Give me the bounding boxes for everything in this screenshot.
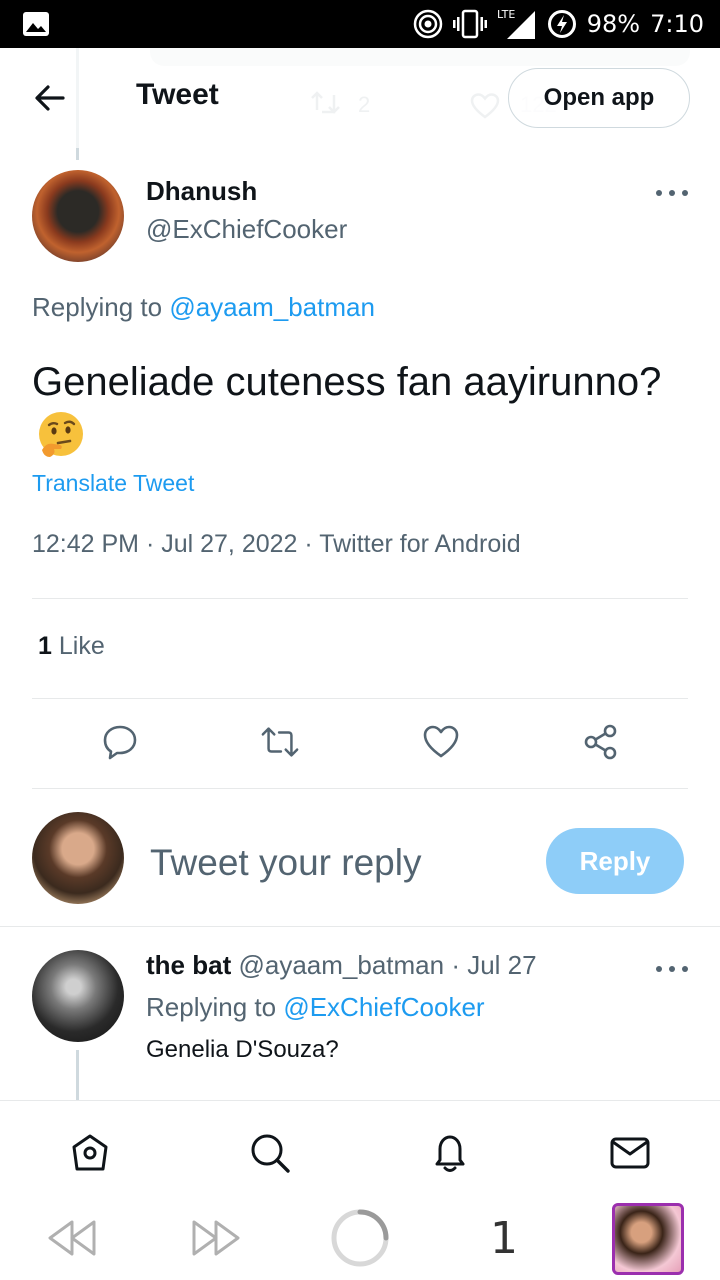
browser-forward-button[interactable] (188, 1210, 244, 1266)
tab-home[interactable] (68, 1131, 112, 1175)
search-icon (251, 1134, 290, 1173)
reply-replying-handle-link[interactable]: @ExChiefCooker (283, 992, 484, 1022)
reply-author-name[interactable]: the bat (146, 950, 231, 980)
home-icon (72, 1134, 108, 1171)
reply-date[interactable]: · Jul 27 (451, 950, 536, 980)
reply-input[interactable]: Tweet your reply (150, 842, 421, 884)
status-bar: LTE 98% 7:10 (0, 0, 720, 48)
tweet-text: Geneliade cuteness fan aayirunno? (32, 354, 672, 467)
bottom-tab-bar (0, 1100, 720, 1196)
browser-profile-thumbnail[interactable] (612, 1203, 684, 1275)
like-action-button[interactable] (421, 722, 461, 762)
like-icon (423, 725, 459, 758)
author-avatar[interactable] (32, 170, 124, 262)
divider (32, 698, 688, 699)
tweet-more-button[interactable] (656, 188, 688, 198)
rewind-icon (48, 1220, 96, 1256)
reply-author-avatar[interactable] (32, 950, 124, 1042)
browser-reload-button[interactable] (330, 1209, 390, 1267)
tab-search[interactable] (248, 1131, 292, 1175)
back-arrow-icon (35, 85, 65, 111)
network-label: LTE (497, 8, 515, 21)
thread-line-bottom (76, 1050, 79, 1102)
reply-author-handle[interactable]: @ayaam_batman (238, 950, 444, 980)
fast-forward-icon (192, 1220, 240, 1256)
reply-replying-to: Replying to @ExChiefCooker (146, 992, 485, 1023)
reply-text: Genelia D'Souza? (146, 1036, 339, 1063)
reply-icon (103, 725, 137, 760)
section-separator (0, 926, 720, 927)
tweet-text-content: Geneliade cuteness fan aayirunno? (32, 360, 662, 404)
vibrate-icon (452, 9, 487, 39)
replying-to: Replying to @ayaam_batman (32, 292, 375, 323)
tab-notifications[interactable] (428, 1131, 472, 1175)
reply-replying-prefix: Replying to (146, 992, 277, 1022)
loading-icon (331, 1209, 389, 1267)
author-handle[interactable]: @ExChiefCooker (146, 214, 347, 245)
messages-icon (610, 1137, 650, 1169)
thinking-face-icon (39, 412, 83, 457)
browser-back-button[interactable] (44, 1210, 100, 1266)
more-dot-icon (656, 966, 662, 972)
retweet-action-button[interactable] (260, 722, 300, 762)
more-dot-icon (669, 190, 675, 196)
battery-charging-icon (547, 10, 576, 38)
replying-prefix: Replying to (32, 292, 163, 322)
retweet-icon (261, 727, 299, 757)
share-action-button[interactable] (581, 722, 621, 762)
more-dot-icon (682, 966, 688, 972)
top-header: Tweet Open app (0, 48, 720, 148)
like-count: 1 (38, 632, 52, 660)
page-title: Tweet (136, 78, 219, 111)
author-name[interactable]: Dhanush (146, 176, 257, 207)
reply-action-button[interactable] (100, 722, 140, 762)
reply-more-button[interactable] (656, 964, 688, 974)
clock: 7:10 (650, 10, 704, 38)
like-label: Like (58, 632, 105, 660)
gallery-icon (23, 12, 49, 36)
more-dot-icon (682, 190, 688, 196)
likes-summary[interactable]: 1 Like (38, 632, 105, 661)
share-icon (584, 724, 617, 760)
reply-button[interactable]: Reply (546, 828, 684, 894)
hotspot-icon (413, 9, 442, 39)
replying-handle-link[interactable]: @ayaam_batman (169, 292, 375, 322)
browser-tabs-button[interactable]: 1 (476, 1210, 532, 1266)
translate-tweet-link[interactable]: Translate Tweet (32, 470, 194, 497)
divider (32, 788, 688, 789)
tab-count: 1 (490, 1212, 518, 1264)
reply-header: the bat @ayaam_batman · Jul 27 (146, 950, 537, 981)
divider (32, 598, 688, 599)
current-user-avatar[interactable] (32, 812, 124, 904)
more-dot-icon (656, 190, 662, 196)
battery-percent: 98% (586, 10, 641, 38)
tweet-meta: 12:42 PM · Jul 27, 2022 · Twitter for An… (32, 530, 521, 558)
more-dot-icon (669, 966, 675, 972)
browser-nav-bar: 1 (0, 1196, 720, 1280)
open-app-button[interactable]: Open app (508, 68, 690, 128)
signal-icon: LTE (497, 8, 535, 39)
back-button[interactable] (30, 80, 70, 116)
notifications-icon (435, 1135, 465, 1172)
tab-messages[interactable] (608, 1131, 652, 1175)
